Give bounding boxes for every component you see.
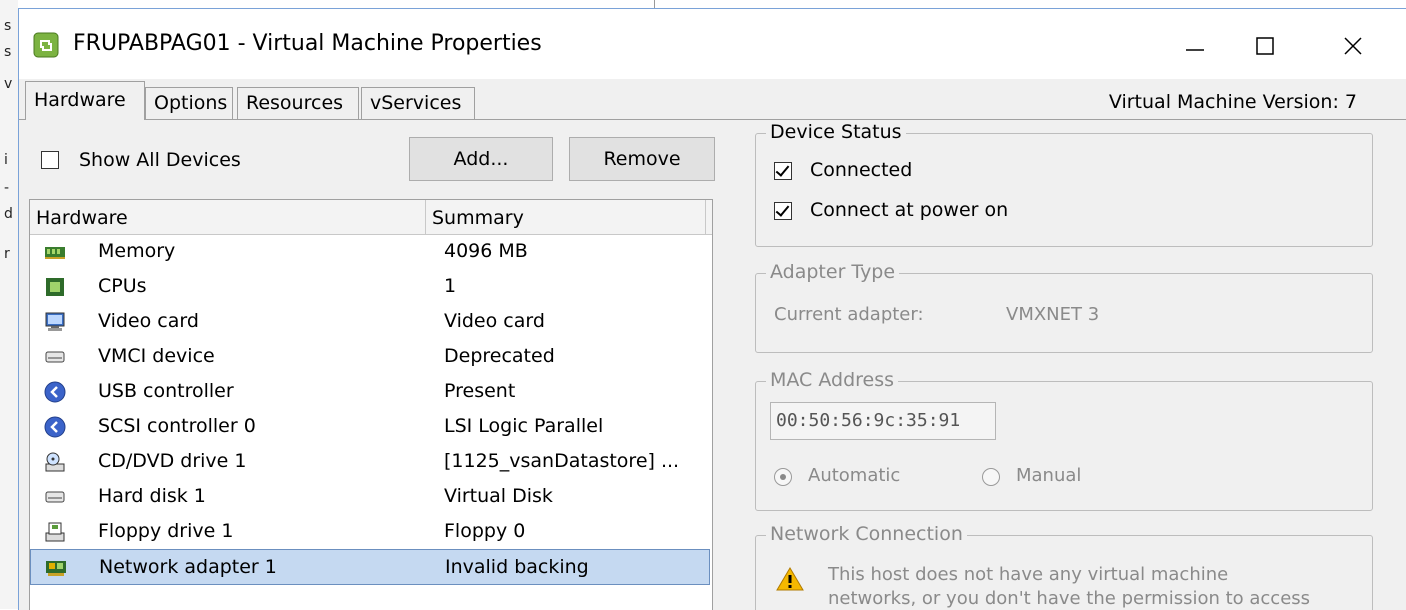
row-summary: [1125_vsanDatastore] ... — [444, 450, 680, 472]
row-name: Memory — [98, 240, 176, 262]
minimize-icon — [1186, 49, 1204, 51]
remove-button[interactable]: Remove — [569, 137, 715, 181]
connected-checkbox[interactable] — [774, 162, 792, 180]
hardware-row-hard-disk[interactable]: Hard disk 1 Virtual Disk — [30, 479, 710, 515]
row-summary: Floppy 0 — [444, 520, 526, 542]
current-adapter-label: Current adapter: — [774, 304, 924, 325]
maximize-button[interactable] — [1235, 21, 1295, 71]
mac-address-legend: MAC Address — [766, 369, 899, 391]
column-header-hardware[interactable]: Hardware — [30, 200, 426, 234]
close-button[interactable] — [1323, 21, 1383, 71]
cpu-icon — [46, 278, 64, 296]
background-window-strip: s s v i - d r — [0, 0, 19, 609]
tab-vservices[interactable]: vServices — [361, 87, 475, 119]
bg-glyph: s — [4, 18, 12, 34]
column-header-summary[interactable]: Summary — [426, 200, 706, 234]
vsphere-app-icon — [33, 32, 59, 58]
connect-at-power-on-checkbox[interactable] — [774, 202, 792, 220]
network-connection-legend: Network Connection — [766, 523, 967, 545]
hardware-row-network-adapter[interactable]: Network adapter 1 Invalid backing — [30, 549, 710, 585]
vm-version-label: Virtual Machine Version: 7 — [1108, 91, 1357, 113]
bg-glyph: s — [4, 44, 12, 60]
automatic-radio[interactable] — [774, 468, 792, 486]
row-name: SCSI controller 0 — [98, 415, 256, 437]
floppy-icon — [45, 522, 65, 542]
hardware-row-cd-dvd-drive[interactable]: CD/DVD drive 1 [1125_vsanDatastore] ... — [30, 444, 710, 480]
row-name: CD/DVD drive 1 — [98, 450, 247, 472]
network-warning-line2: networks, or you don't have the permissi… — [828, 588, 1311, 609]
mac-address-field[interactable]: 00:50:56:9c:35:91 — [770, 402, 996, 440]
bg-glyph: d — [4, 206, 13, 222]
row-name: USB controller — [98, 380, 234, 402]
network-adapter-icon — [46, 561, 66, 576]
row-name: Video card — [98, 310, 199, 332]
row-summary: 1 — [444, 275, 457, 297]
bg-glyph: v — [4, 76, 13, 92]
hardware-row-floppy-drive[interactable]: Floppy drive 1 Floppy 0 — [30, 514, 710, 550]
hard-disk-icon — [45, 491, 65, 503]
vm-properties-window: FRUPABPAG01 - Virtual Machine Properties… — [18, 8, 1406, 610]
hardware-row-scsi-controller[interactable]: SCSI controller 0 LSI Logic Parallel — [30, 409, 710, 445]
hardware-row-memory[interactable]: Memory 4096 MB — [30, 234, 710, 270]
hardware-list-header: Hardware Summary — [30, 200, 712, 235]
hardware-row-vmci-device[interactable]: VMCI device Deprecated — [30, 339, 710, 375]
row-summary: Video card — [444, 310, 545, 332]
row-summary: Present — [444, 380, 516, 402]
hardware-row-usb-controller[interactable]: USB controller Present — [30, 374, 710, 410]
vmci-device-icon — [45, 351, 65, 363]
video-card-icon — [45, 312, 65, 331]
network-warning-line1: This host does not have any virtual mach… — [828, 564, 1229, 585]
row-name: Network adapter 1 — [99, 556, 277, 578]
bg-glyph: r — [4, 246, 10, 262]
background-window-top — [18, 0, 1406, 8]
close-icon — [1344, 37, 1362, 55]
row-summary: 4096 MB — [444, 240, 528, 262]
cd-dvd-icon — [45, 452, 65, 472]
hardware-list: Hardware Summary Memory 4096 MB CPUs 1 V… — [29, 199, 713, 610]
hardware-row-cpus[interactable]: CPUs 1 — [30, 269, 710, 305]
scsi-controller-icon — [44, 416, 66, 438]
hardware-row-video-card[interactable]: Video card Video card — [30, 304, 710, 340]
row-summary: LSI Logic Parallel — [444, 415, 604, 437]
device-status-group: Device Status Connected Connect at power… — [755, 121, 1373, 247]
manual-label: Manual — [1016, 465, 1082, 486]
tab-hardware[interactable]: Hardware — [25, 81, 145, 120]
network-connection-group: Network Connection This host does not ha… — [755, 523, 1373, 610]
connected-label: Connected — [810, 159, 913, 181]
bg-glyph: - — [4, 180, 10, 196]
memory-icon — [45, 247, 65, 259]
row-name: VMCI device — [98, 345, 215, 367]
mac-address-group: MAC Address 00:50:56:9c:35:91 Automatic … — [755, 369, 1373, 511]
usb-controller-icon — [44, 381, 66, 403]
warning-icon — [776, 567, 804, 591]
tab-options[interactable]: Options — [145, 87, 233, 119]
row-name: Hard disk 1 — [98, 485, 206, 507]
automatic-label: Automatic — [808, 465, 901, 486]
row-summary: Virtual Disk — [444, 485, 553, 507]
manual-radio[interactable] — [982, 468, 1000, 486]
connect-at-power-on-label: Connect at power on — [810, 199, 1009, 221]
tab-bar: Hardware Options Resources vServices Vir… — [19, 79, 1406, 120]
current-adapter-value: VMXNET 3 — [1006, 304, 1100, 325]
row-summary: Invalid backing — [445, 556, 589, 578]
show-all-devices-checkbox[interactable] — [41, 151, 59, 169]
row-name: CPUs — [98, 275, 147, 297]
row-summary: Deprecated — [444, 345, 555, 367]
show-all-devices-label: Show All Devices — [79, 149, 241, 171]
adapter-type-group: Adapter Type Current adapter: VMXNET 3 — [755, 261, 1373, 353]
bg-glyph: i — [4, 152, 8, 168]
adapter-type-legend: Adapter Type — [766, 261, 900, 283]
title-bar[interactable]: FRUPABPAG01 - Virtual Machine Properties — [19, 9, 1406, 79]
window-title: FRUPABPAG01 - Virtual Machine Properties — [73, 31, 542, 56]
maximize-icon — [1256, 37, 1274, 55]
device-status-legend: Device Status — [766, 121, 906, 143]
tab-resources[interactable]: Resources — [237, 87, 359, 119]
add-button[interactable]: Add... — [409, 137, 553, 181]
row-name: Floppy drive 1 — [98, 520, 234, 542]
minimize-button[interactable] — [1165, 21, 1225, 71]
